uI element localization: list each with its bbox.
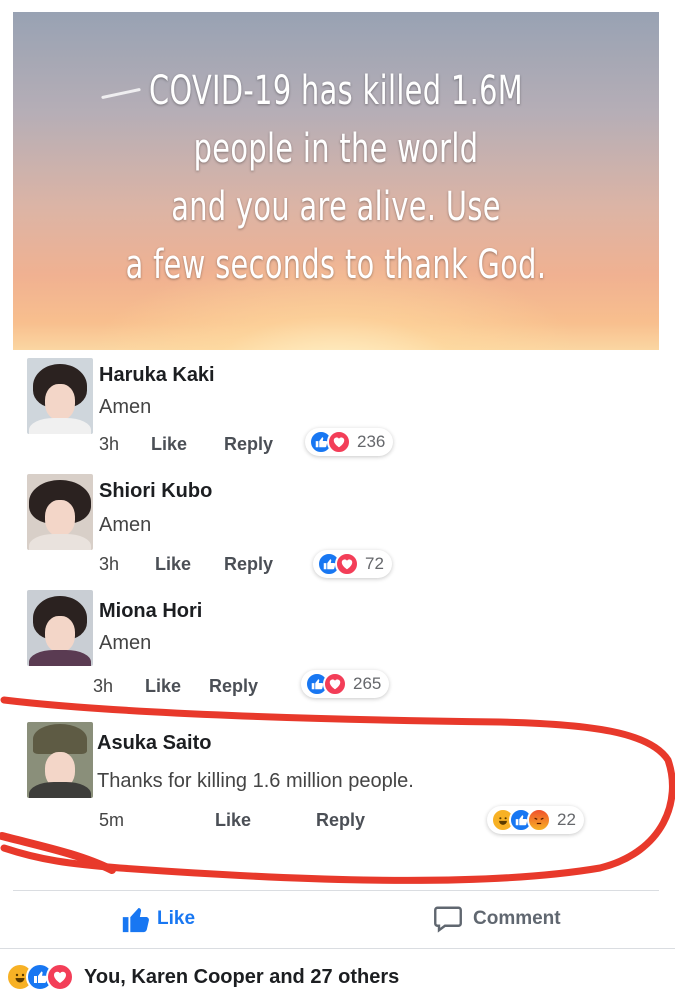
summary-reaction-icons [6,963,74,991]
post-like-button[interactable]: Like [119,902,195,936]
avatar-body [29,534,91,550]
quote-line: and you are alive. Use [171,184,501,230]
love-reaction-icon [335,552,359,576]
comment-time[interactable]: 5m [99,810,124,831]
comment-item: Shiori Kubo Amen 3h Like Reply 72 [13,468,659,586]
reaction-count: 236 [357,432,386,451]
comment-like-button[interactable]: Like [215,810,251,831]
avatar-body [29,782,91,798]
comment-text: Thanks for killing 1.6 million people. [97,770,414,792]
reaction-count: 22 [557,810,576,829]
comment-reply-button[interactable]: Reply [209,676,258,697]
thumbs-up-icon [122,907,149,933]
avatar-body [29,650,91,666]
avatar[interactable] [27,474,93,550]
comment-text: Amen [99,396,152,418]
comment-author[interactable]: Miona Hori [99,600,202,623]
quote-line: a few seconds to thank God. [125,242,547,288]
comment-author[interactable]: Haruka Kaki [99,364,215,387]
avatar[interactable] [27,590,93,666]
comment-reply-button[interactable]: Reply [224,434,273,455]
avatar-hat [33,724,87,754]
comment-item: Miona Hori Amen 3h Like Reply 265 [13,586,659,708]
reaction-count: 265 [353,674,382,693]
comment-text: Amen [99,632,152,654]
comment-item: Haruka Kaki Amen 3h Like Reply 236 [13,350,659,468]
comment-author[interactable]: Asuka Saito [97,732,211,755]
comment-reactions[interactable]: 22 [487,806,584,834]
avatar-body [29,418,91,434]
quote-line: people in the world [193,126,479,172]
comment-like-button[interactable]: Like [145,676,181,697]
comment-like-button[interactable]: Like [155,554,191,575]
comment-reply-button[interactable]: Reply [316,810,365,831]
avatar-face [45,616,75,652]
comment-item: Asuka Saito Thanks for killing 1.6 milli… [13,712,659,862]
divider [13,890,659,891]
love-reaction-icon [46,963,74,991]
comment-reactions[interactable]: 72 [313,550,392,578]
comment-reply-button[interactable]: Reply [224,554,273,575]
comment-reactions[interactable]: 236 [305,428,394,456]
avatar-face [45,384,75,420]
reaction-summary-text[interactable]: You, Karen Cooper and 27 others [84,966,399,989]
reaction-summary[interactable]: You, Karen Cooper and 27 others [6,960,399,994]
comment-time[interactable]: 3h [93,676,113,697]
comment-like-button[interactable]: Like [151,434,187,455]
post-comment-button[interactable]: Comment [433,902,561,936]
post-image-quote: COVID-19 has killed 1.6M people in the w… [103,62,568,294]
avatar[interactable] [27,358,93,434]
comment-text: Amen [99,514,152,536]
angry-reaction-icon [527,808,551,832]
post-like-label: Like [157,908,196,929]
love-reaction-icon [323,672,347,696]
avatar[interactable] [27,722,93,798]
comment-time[interactable]: 3h [99,554,119,575]
comment-author[interactable]: Shiori Kubo [99,480,212,503]
quote-line: COVID-19 has killed 1.6M [148,68,524,114]
speech-bubble-icon [434,906,462,933]
avatar-face [45,500,75,536]
reaction-count: 72 [365,554,384,573]
post-image[interactable]: COVID-19 has killed 1.6M people in the w… [13,12,659,350]
love-reaction-icon [327,430,351,454]
divider [0,948,675,949]
comments-section: Haruka Kaki Amen 3h Like Reply 236 Shior… [13,350,659,890]
post-comment-label: Comment [473,908,561,929]
post-action-bar: Like Comment [13,892,659,946]
comment-reactions[interactable]: 265 [301,670,390,698]
comment-time[interactable]: 3h [99,434,119,455]
